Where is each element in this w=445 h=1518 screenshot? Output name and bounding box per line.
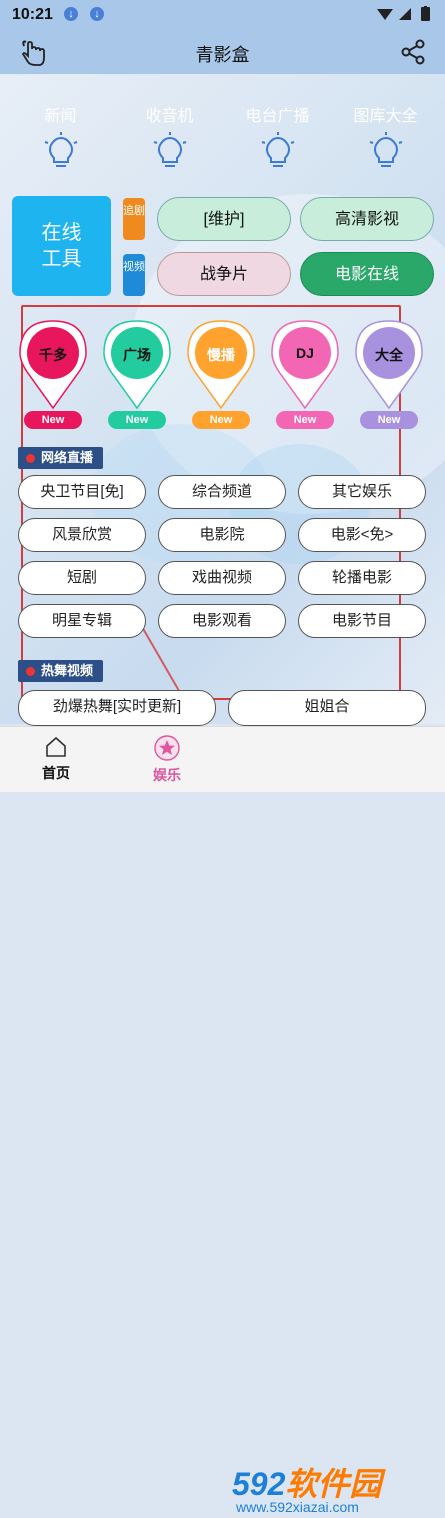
card-gallery[interactable]: 图库大全: [337, 86, 434, 184]
download-icon: ↓: [90, 7, 104, 21]
new-badge: New: [192, 411, 250, 429]
chip-opera[interactable]: 戏曲视频: [158, 561, 286, 595]
chip-cctv[interactable]: 央卫节目[免]: [18, 475, 146, 509]
chip-carousel[interactable]: 轮播电影: [298, 561, 426, 595]
pill-movies-online[interactable]: 电影在线: [300, 252, 434, 296]
tool-line-2: 工具: [41, 248, 82, 270]
new-badge: New: [276, 411, 334, 429]
star-icon: [154, 735, 180, 761]
tab-label: 首页: [42, 765, 70, 781]
card-news[interactable]: 新闻: [12, 86, 109, 184]
card-radio[interactable]: 收音机: [121, 86, 218, 184]
map-pin-shape: [271, 320, 339, 410]
section-title: 热舞视频: [41, 663, 94, 678]
chip-hot-dance[interactable]: 劲爆热舞[实时更新]: [18, 690, 216, 726]
new-badge: New: [24, 411, 82, 429]
watermark: 592软件园 www.592xiazai.com: [222, 1459, 445, 1518]
bottom-tab-bar: 首页 娱乐 592软件园 www.592xiazai.com: [0, 726, 445, 1515]
chip-general[interactable]: 综合频道: [158, 475, 286, 509]
tab-label: 娱乐: [153, 767, 181, 783]
pill-hd-movies[interactable]: 高清影视: [300, 197, 434, 241]
chip-other-fun[interactable]: 其它娱乐: [298, 475, 426, 509]
card-label: 收音机: [145, 108, 194, 125]
tab-home[interactable]: 首页: [26, 735, 86, 783]
pill-maintenance[interactable]: [维护]: [157, 197, 291, 241]
wifi-signal-battery-icon: [377, 6, 430, 21]
card-label: 图库大全: [353, 108, 418, 125]
bulb-icon: [369, 132, 403, 167]
chip-cinema[interactable]: 电影院: [158, 518, 286, 552]
bulb-icon: [261, 132, 295, 167]
home-icon: [46, 736, 66, 757]
bulb-icon: [44, 132, 78, 167]
pin-square[interactable]: 广场: [102, 318, 172, 410]
pin-slow-play[interactable]: 慢播: [186, 318, 256, 410]
pin-dj[interactable]: DJ: [270, 318, 340, 410]
new-badge: New: [360, 411, 418, 429]
status-icons: [377, 6, 435, 25]
pin-label: DJ: [296, 345, 314, 361]
chip-movie-free[interactable]: 电影<免>: [298, 518, 426, 552]
chip-celebrity[interactable]: 明星专辑: [18, 604, 146, 638]
card-broadcast[interactable]: 电台广播: [229, 86, 326, 184]
watermark-url: www.592xiazai.com: [236, 1499, 359, 1515]
tab-entertainment[interactable]: 娱乐: [137, 735, 197, 785]
chip-watch-movie[interactable]: 电影观看: [158, 604, 286, 638]
chip-movie-program[interactable]: 电影节目: [298, 604, 426, 638]
pin-label: 慢播: [207, 347, 235, 363]
chip-short-drama[interactable]: 短剧: [18, 561, 146, 595]
status-bar: 10:21 ↓ ↓: [0, 0, 445, 30]
pin-collection[interactable]: 大全: [354, 318, 424, 410]
tag-drama: 追剧: [123, 198, 145, 240]
status-time: 10:21: [12, 6, 53, 23]
online-tools-button[interactable]: 在线 工具: [12, 196, 111, 296]
download-icon: ↓: [64, 7, 78, 21]
pill-war-films[interactable]: 战争片: [157, 252, 291, 296]
chip-scenery[interactable]: 风景欣赏: [18, 518, 146, 552]
app-bar: 青影盒: [0, 30, 445, 74]
card-label: 电台广播: [245, 108, 310, 125]
pin-label: 千多: [39, 347, 67, 363]
bulb-icon: [153, 132, 187, 167]
section-title: 网络直播: [41, 450, 94, 465]
section-live-header: 网络直播: [18, 447, 104, 469]
pin-label: 广场: [123, 347, 151, 363]
section-dot-icon: [26, 454, 35, 464]
share-icon[interactable]: [399, 38, 427, 66]
pin-label: 大全: [375, 347, 403, 363]
section-dot-icon: [26, 667, 35, 677]
new-badge: New: [108, 411, 166, 429]
tool-line-1: 在线: [41, 222, 82, 244]
app-title: 青影盒: [195, 45, 250, 65]
section-dance-header: 热舞视频: [18, 660, 104, 682]
chip-sister-collection[interactable]: 姐姐合: [228, 690, 426, 726]
tag-video: 视频: [123, 254, 145, 296]
card-label: 新闻: [44, 108, 77, 125]
pin-qianduo[interactable]: 千多: [18, 318, 88, 410]
